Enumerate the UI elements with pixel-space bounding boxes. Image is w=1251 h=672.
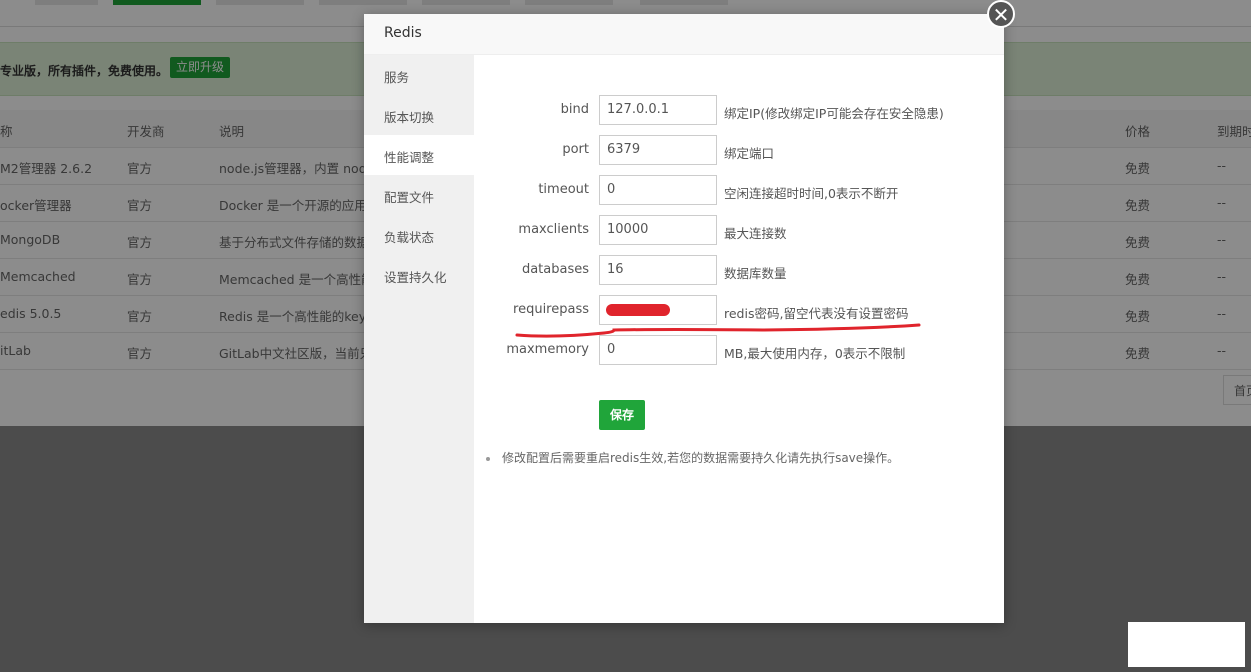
bind-label: bind [560, 102, 589, 117]
maxclients-input[interactable]: 10000 [599, 215, 717, 245]
sidebar-item-label: 设置持久化 [384, 270, 447, 285]
sidebar-item-config-file[interactable]: 配置文件 [364, 175, 474, 215]
dialog-sidebar: 服务 版本切换 性能调整 配置文件 负载状态 设置持久化 [364, 55, 474, 623]
sidebar-item-label: 负载状态 [384, 230, 435, 245]
port-label: port [562, 142, 589, 157]
sidebar-item-service[interactable]: 服务 [364, 55, 474, 95]
save-button[interactable]: 保存 [599, 400, 645, 430]
sidebar-item-label: 性能调整 [384, 150, 435, 165]
close-icon[interactable]: ✕ [987, 0, 1015, 28]
requirepass-label: requirepass [513, 302, 589, 317]
blank-panel [1128, 622, 1245, 667]
maxmemory-input[interactable]: 0 [599, 335, 717, 365]
config-note: 修改配置后需要重启redis生效,若您的数据需要持久化请先执行save操作。 [486, 449, 899, 466]
databases-desc: 数据库数量 [724, 266, 787, 281]
password-redaction [606, 304, 670, 316]
note-text: 修改配置后需要重启redis生效,若您的数据需要持久化请先执行save操作。 [502, 451, 900, 465]
timeout-desc: 空闲连接超时时间,0表示不断开 [724, 186, 899, 201]
databases-input[interactable]: 16 [599, 255, 717, 285]
maxmemory-label: maxmemory [506, 342, 589, 357]
performance-form: bind 127.0.0.1 绑定IP(修改绑定IP可能会存在安全隐患) por… [474, 55, 1004, 623]
maxclients-label: maxclients [518, 222, 589, 237]
maxclients-desc: 最大连接数 [724, 226, 787, 241]
sidebar-item-persistence[interactable]: 设置持久化 [364, 255, 474, 295]
red-underline-annotation [515, 323, 921, 338]
sidebar-item-performance[interactable]: 性能调整 [364, 135, 474, 175]
sidebar-item-label: 版本切换 [384, 110, 435, 125]
port-desc: 绑定端口 [724, 146, 775, 161]
sidebar-item-load-status[interactable]: 负载状态 [364, 215, 474, 255]
sidebar-item-label: 配置文件 [384, 190, 435, 205]
bind-input[interactable]: 127.0.0.1 [599, 95, 717, 125]
bullet-icon [486, 456, 490, 461]
dialog-header: Redis [364, 14, 1004, 55]
port-input[interactable]: 6379 [599, 135, 717, 165]
bind-desc: 绑定IP(修改绑定IP可能会存在安全隐患) [724, 106, 944, 121]
databases-label: databases [521, 262, 589, 277]
maxmemory-desc: MB,最大使用内存，0表示不限制 [724, 346, 906, 361]
timeout-input[interactable]: 0 [599, 175, 717, 205]
sidebar-item-version[interactable]: 版本切换 [364, 95, 474, 135]
sidebar-item-label: 服务 [384, 70, 410, 85]
redis-settings-dialog: Redis ✕ 服务 版本切换 性能调整 配置文件 负载状态 设置持久化 bin… [364, 0, 1015, 623]
dialog-title: Redis [384, 25, 422, 41]
timeout-label: timeout [538, 182, 589, 197]
